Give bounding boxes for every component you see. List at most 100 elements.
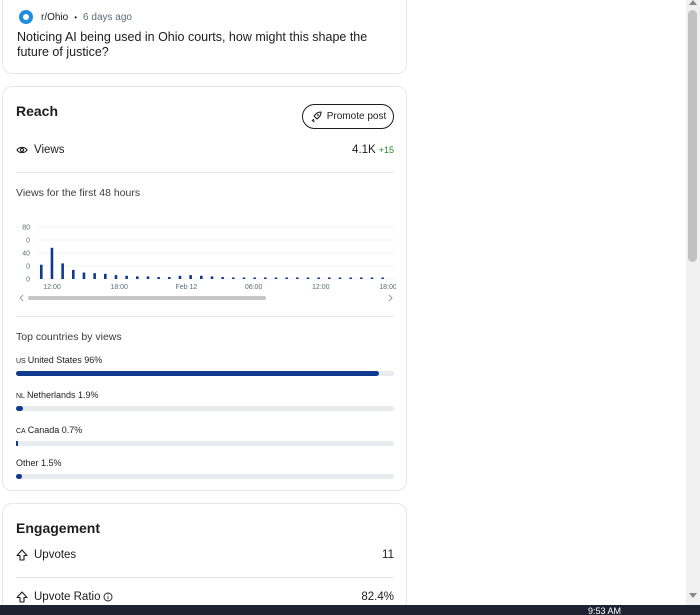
country-pct: 96% (84, 355, 103, 365)
post-meta: r/Ohio • 6 days ago (19, 10, 132, 24)
subreddit-name[interactable]: r/Ohio (41, 12, 68, 23)
chart-bar[interactable] (114, 275, 118, 279)
chart-bar[interactable] (264, 277, 267, 280)
views-row: Views 4.1K +15 (16, 144, 394, 156)
page-scrollbar[interactable] (686, 0, 700, 605)
views-label: Views (34, 144, 65, 156)
x-tick-label: 18:00 (110, 284, 128, 291)
country-pct: 1.9% (78, 390, 99, 400)
chart-bar[interactable] (317, 277, 320, 280)
chart-bar[interactable] (168, 277, 171, 279)
chart-bar[interactable] (104, 273, 107, 279)
chart-bar[interactable] (232, 277, 235, 280)
engagement-card: Engagement Upvotes 11 Upvote Ratio 82.4% (2, 503, 407, 615)
views-value: 4.1K (352, 144, 376, 156)
chart-subhead: Views for the first 48 hours (16, 187, 141, 199)
promote-post-label: Promote post (326, 111, 387, 122)
chart-bar[interactable] (146, 276, 150, 279)
country-pct: 1.5% (41, 458, 62, 468)
country-bar-fill (16, 406, 24, 411)
upvotes-label: Upvotes (34, 549, 77, 561)
chart-bar[interactable] (125, 275, 128, 279)
chart-bar[interactable] (72, 269, 75, 279)
country-code: NL (16, 393, 25, 400)
country-name: Netherlands (26, 390, 76, 400)
post-card[interactable]: r/Ohio • 6 days ago Noticing AI being us… (2, 0, 407, 74)
chart-bar[interactable] (136, 276, 139, 279)
chart-bar[interactable] (296, 277, 299, 280)
country-code: CA (16, 428, 26, 435)
chart-bar[interactable] (285, 277, 288, 280)
upvote-icon (16, 549, 28, 561)
upvote-icon (16, 591, 28, 603)
divider (16, 577, 394, 578)
chart-scrollbar[interactable] (16, 293, 396, 303)
chart-bar[interactable] (157, 277, 160, 279)
upvotes-row: Upvotes 11 (16, 549, 394, 561)
upvote-ratio-label: Upvote Ratio (34, 591, 101, 603)
chart-bar[interactable] (210, 276, 214, 279)
y-tick-label: 40 (22, 251, 30, 258)
chart-bar[interactable] (221, 277, 224, 279)
chart-bar[interactable] (93, 273, 96, 279)
separator-dot: • (74, 12, 78, 22)
taskbar-clock: 9:53 AM (588, 606, 622, 615)
scroll-down-icon[interactable] (689, 593, 697, 598)
x-tick-label: 12:00 (312, 284, 330, 291)
country-bar-track (16, 371, 394, 376)
reach-card: Reach Promote post Views 4.1K +15 Views … (2, 86, 407, 491)
promote-post-button[interactable]: Promote post (302, 104, 394, 129)
post-title[interactable]: Noticing AI being used in Ohio courts, h… (17, 30, 397, 60)
y-tick-label: 0 (26, 238, 30, 245)
chart-bar[interactable] (178, 275, 182, 279)
chart-scroll-left-icon[interactable] (19, 294, 24, 302)
chart-scroll-right-icon[interactable] (388, 294, 393, 302)
views-bar-chart: 80 0 40 0 0 12:00 18:00 Feb 12 06:00 12:00 18:00 (22, 225, 396, 292)
chart-bar[interactable] (189, 275, 192, 279)
post-insights-page: r/Ohio • 6 days ago Noticing AI being us… (0, 0, 700, 615)
country-bar-track (16, 406, 394, 411)
country-code: US (16, 358, 26, 365)
y-tick-label: 80 (22, 225, 30, 232)
upvotes-value: 11 (382, 549, 394, 561)
info-icon[interactable] (103, 592, 113, 602)
views-delta: +15 (378, 145, 394, 155)
x-tick-label: 12:00 (43, 284, 61, 291)
x-tick-label: 06:00 (245, 284, 263, 291)
country-row-other: Other 1.5% (16, 458, 394, 479)
country-name: United States (27, 355, 82, 365)
subreddit-avatar-icon (19, 10, 33, 24)
upvote-ratio-value: 82.4% (361, 591, 394, 603)
chart-bar[interactable] (253, 277, 256, 280)
country-bar-fill (16, 371, 379, 376)
country-bar-fill (16, 441, 18, 446)
chart-bar[interactable] (381, 277, 384, 280)
country-row-ca: CA Canada 0.7% (16, 425, 394, 446)
country-bar-track (16, 441, 394, 446)
x-tick-label: Feb 12 (176, 284, 198, 291)
y-tick-label: 0 (26, 264, 30, 271)
chart-bar[interactable] (349, 277, 352, 280)
chart-bar[interactable] (200, 275, 203, 279)
chart-bar[interactable] (242, 277, 246, 280)
chart-scroll-thumb[interactable] (28, 296, 266, 300)
divider (16, 172, 394, 173)
country-row-us: US United States 96% (16, 355, 394, 376)
chart-bar[interactable] (40, 264, 43, 279)
chart-bar[interactable] (328, 277, 331, 280)
countries-title: Top countries by views (16, 331, 122, 343)
chart-bar[interactable] (50, 247, 54, 279)
country-name: Canada (27, 425, 60, 435)
chart-bar[interactable] (360, 277, 363, 280)
chart-bar[interactable] (274, 277, 278, 280)
chart-bar[interactable] (306, 277, 310, 280)
chart-bar[interactable] (82, 272, 86, 280)
country-bar-fill (16, 474, 22, 479)
reach-title: Reach (16, 103, 59, 119)
chart-bar[interactable] (338, 277, 342, 280)
country-name: Other (16, 458, 39, 468)
chart-bar[interactable] (61, 263, 64, 279)
scroll-thumb[interactable] (688, 10, 697, 262)
scroll-up-icon[interactable] (689, 0, 697, 5)
chart-bar[interactable] (370, 277, 374, 280)
